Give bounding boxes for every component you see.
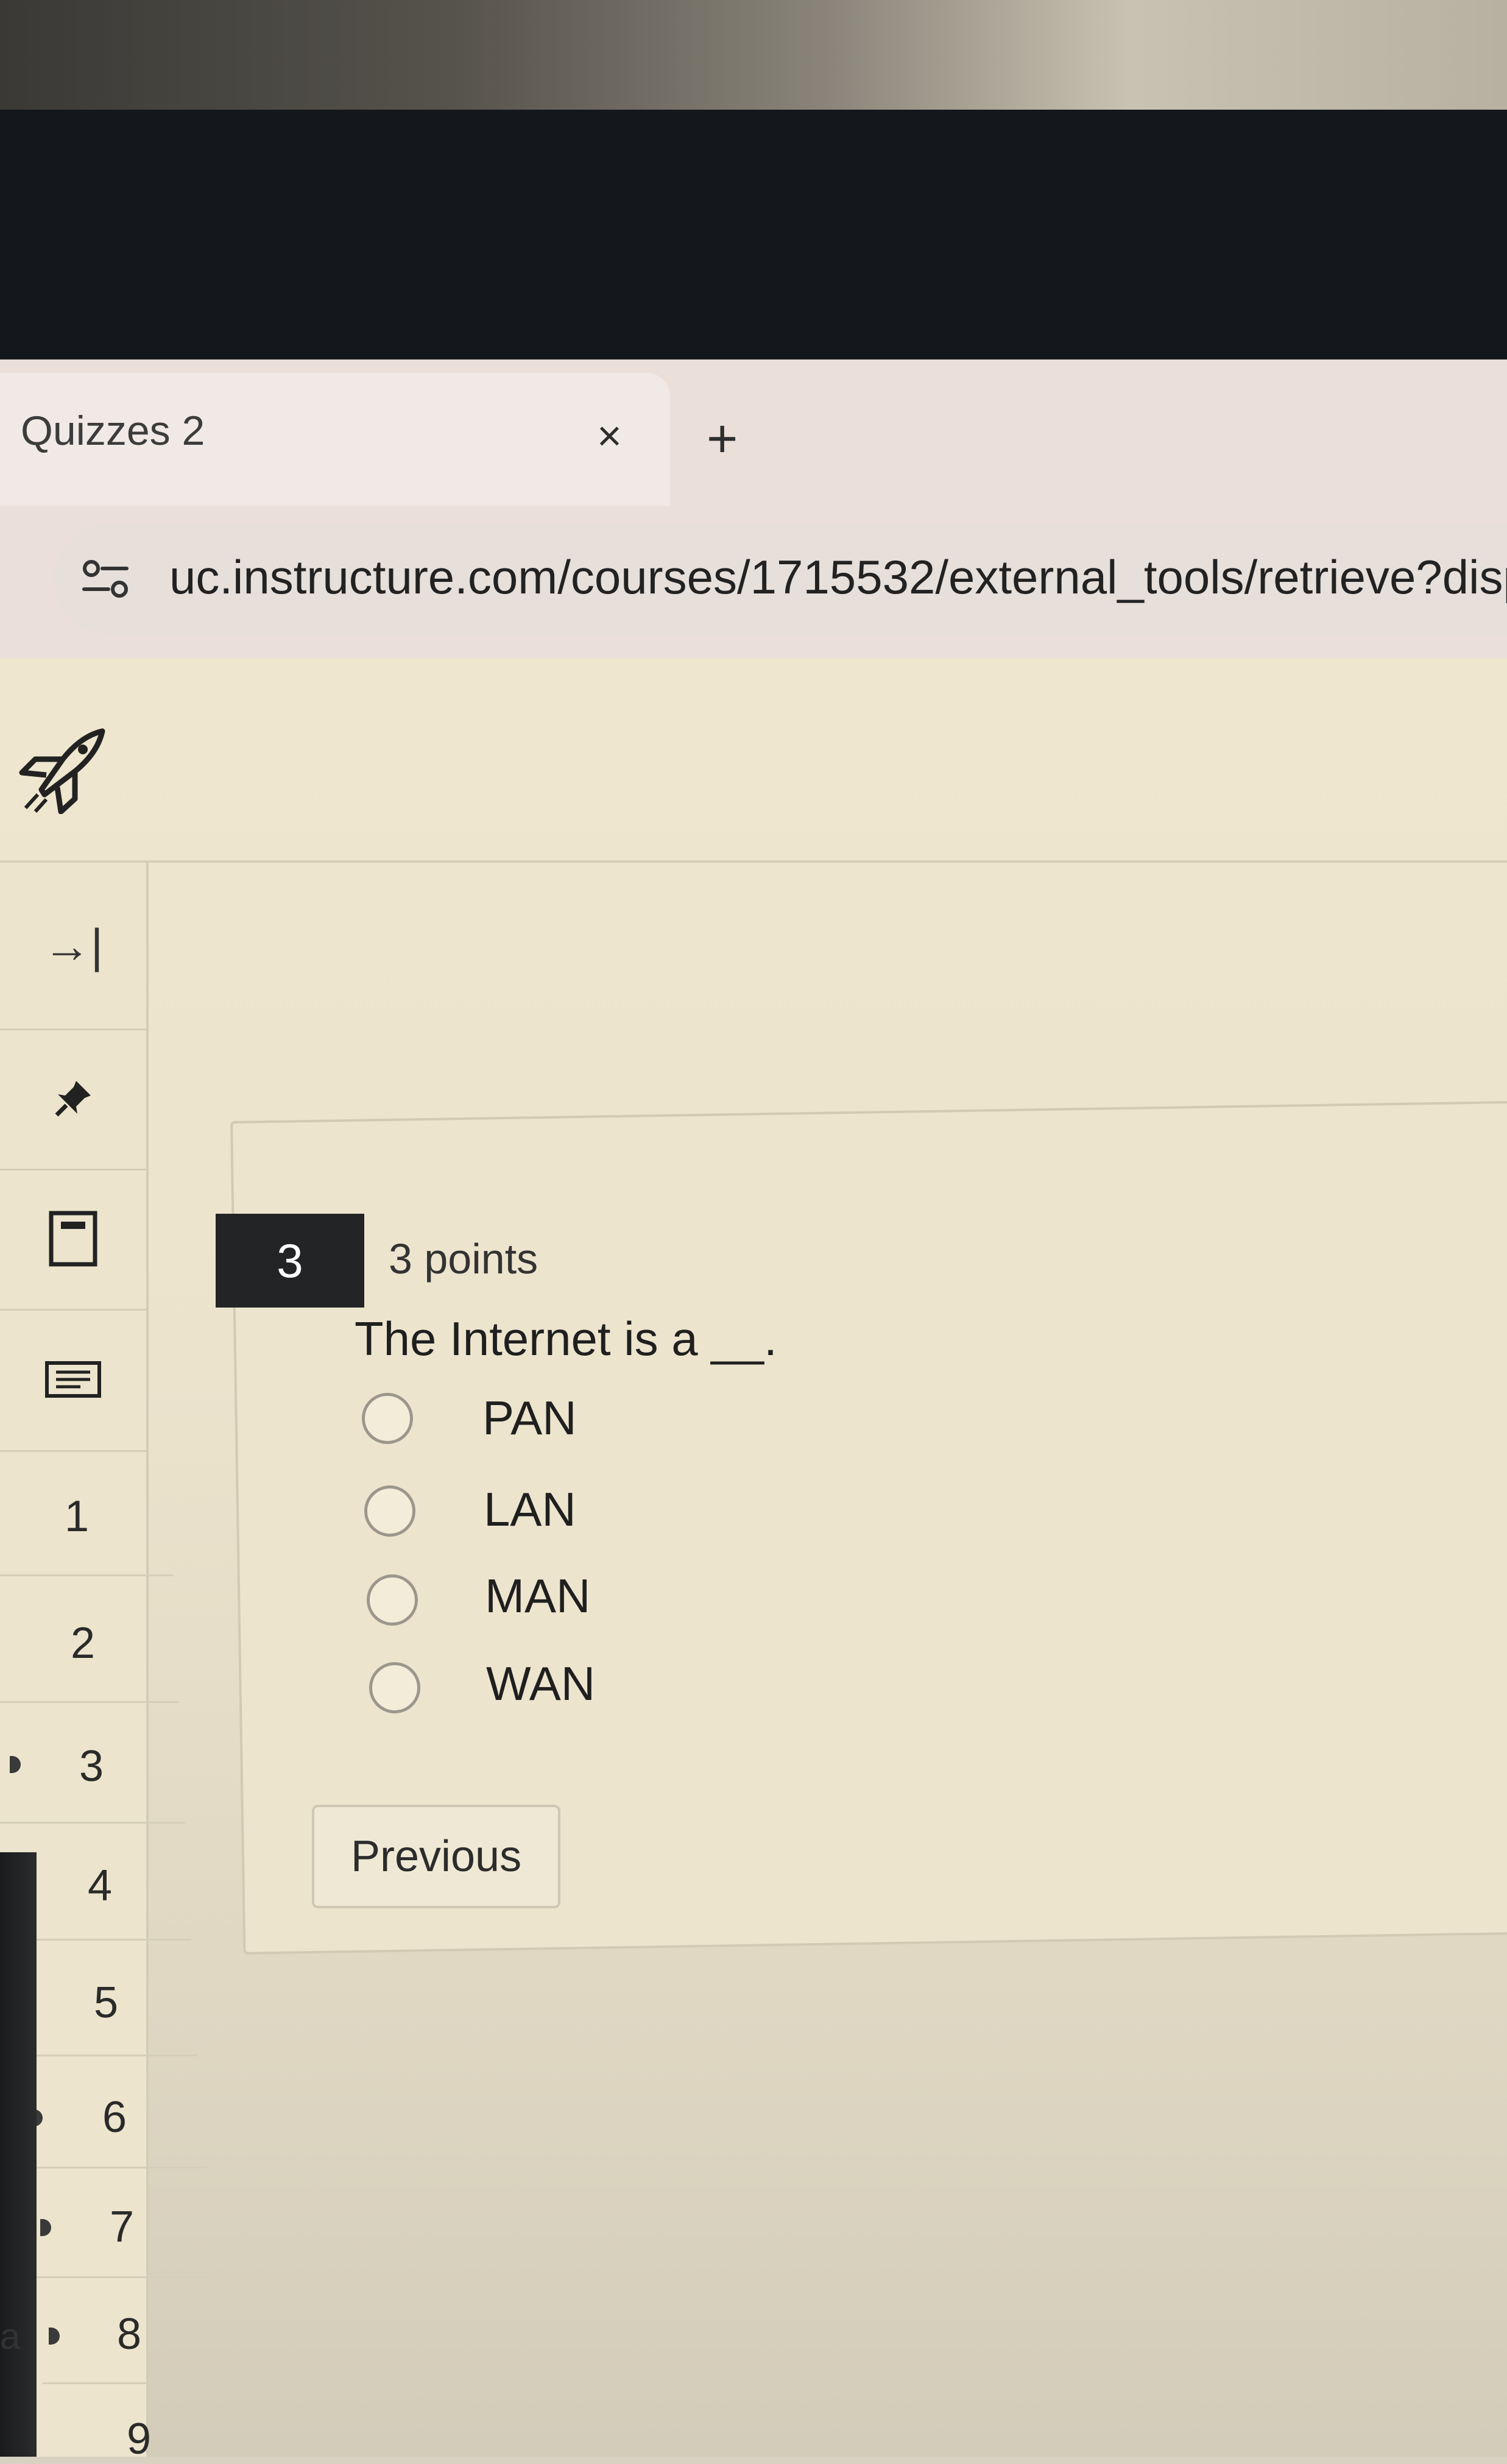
option-radio-wan[interactable] — [369, 1662, 420, 1713]
new-tab-button[interactable]: + — [707, 412, 738, 466]
divider — [0, 1701, 179, 1703]
divider — [18, 2167, 207, 2168]
question-nav-5[interactable]: 5 — [69, 1978, 143, 2028]
notes-button[interactable] — [0, 1309, 146, 1452]
divider — [0, 1822, 185, 1824]
question-nav-1[interactable]: 1 — [40, 1492, 113, 1542]
calculator-icon — [49, 1211, 97, 1267]
question-nav-6[interactable]: 6 — [78, 2092, 151, 2142]
option-radio-man[interactable] — [367, 1574, 418, 1626]
divider — [30, 2276, 213, 2278]
option-label-lan[interactable]: LAN — [484, 1482, 576, 1537]
collapse-sidebar-button[interactable]: →| — [0, 863, 146, 1030]
question-nav-8[interactable]: 8 — [93, 2309, 166, 2359]
question-nav-4[interactable]: 4 — [63, 1861, 136, 1911]
option-label-wan[interactable]: WAN — [486, 1656, 595, 1712]
option-radio-pan[interactable] — [362, 1393, 413, 1444]
stray-letter: a — [0, 2316, 21, 2357]
header-divider — [0, 860, 1507, 863]
option-label-pan[interactable]: PAN — [482, 1390, 577, 1446]
option-label-man[interactable]: MAN — [485, 1568, 590, 1624]
divider — [0, 1574, 173, 1576]
question-nav-7[interactable]: 7 — [85, 2202, 158, 2252]
notes-icon — [45, 1361, 101, 1398]
collapse-arrow-icon: →| — [43, 918, 104, 972]
tab-title: Quizzes 2 — [21, 408, 205, 454]
question-points: 3 points — [389, 1235, 538, 1283]
rocket-icon — [19, 728, 105, 814]
question-text: The Internet is a __. — [355, 1312, 777, 1365]
pin-icon — [55, 1081, 91, 1117]
question-nav-3[interactable]: 3 — [55, 1741, 128, 1791]
question-nav-2[interactable]: 2 — [46, 1618, 119, 1668]
pin-button[interactable] — [0, 1028, 146, 1170]
option-radio-lan[interactable] — [364, 1485, 415, 1537]
site-info-icon[interactable] — [78, 551, 133, 606]
monitor-edge — [0, 1852, 37, 2457]
previous-button[interactable]: Previous — [312, 1805, 560, 1908]
question-number-badge: 3 — [216, 1214, 364, 1308]
divider — [43, 2382, 219, 2384]
url-text[interactable]: uc.instructure.com/courses/1715532/exter… — [169, 550, 1507, 605]
close-tab-icon[interactable]: × — [597, 414, 622, 457]
calculator-button[interactable] — [0, 1169, 146, 1311]
